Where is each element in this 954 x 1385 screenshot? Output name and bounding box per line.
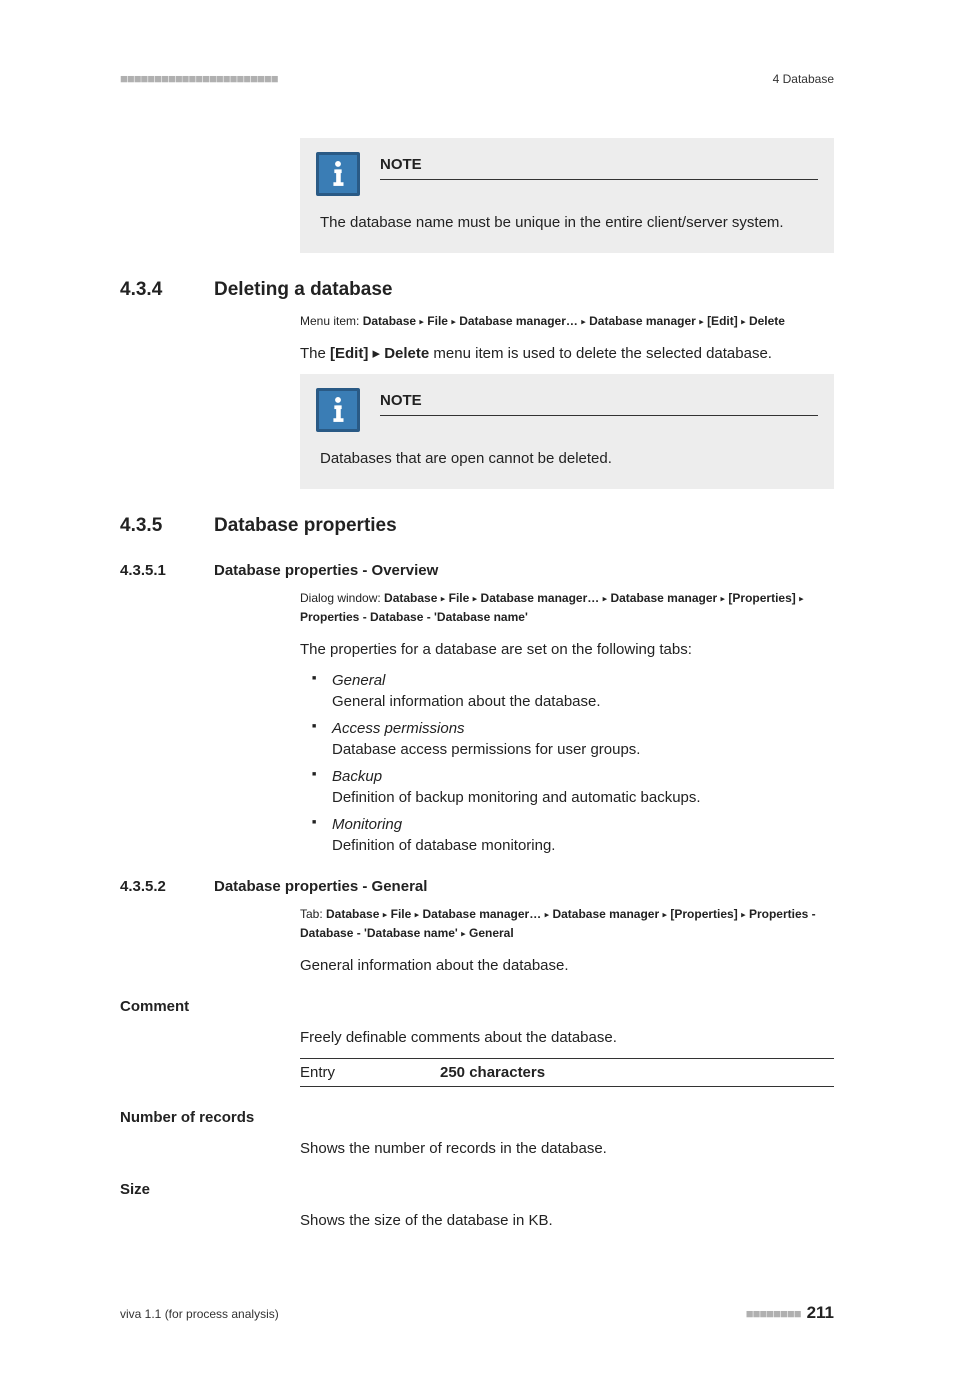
section-title: Deleting a database [214, 277, 392, 304]
entry-label: Entry [300, 1062, 440, 1083]
note-text: Databases that are open cannot be delete… [316, 448, 818, 469]
entry-row: Entry 250 characters [300, 1058, 834, 1087]
breadcrumb-4352: Tab: Database ▸ File ▸ Database manager…… [300, 905, 834, 943]
subsection-title: Database properties - General [214, 876, 427, 897]
section-title: Database properties [214, 513, 397, 540]
info-icon [316, 388, 360, 432]
note-box-2: NOTE Databases that are open cannot be d… [300, 374, 834, 489]
intro-4351: The properties for a database are set on… [300, 639, 834, 660]
section-4-3-4: 4.3.4 Deleting a database [120, 277, 834, 304]
section-4-3-5: 4.3.5 Database properties [120, 513, 834, 540]
size-desc: Shows the size of the database in KB. [300, 1210, 834, 1231]
footer-dashes: ■■■■■■■■ [746, 1305, 801, 1323]
section-number: 4.3.5 [120, 513, 214, 540]
comment-desc: Freely definable comments about the data… [300, 1027, 834, 1048]
body-text-434: The [Edit] ▸ Delete menu item is used to… [300, 343, 834, 364]
field-label-size: Size [120, 1179, 834, 1200]
numrec-desc: Shows the number of records in the datab… [300, 1138, 834, 1159]
section-number: 4.3.4 [120, 277, 214, 304]
subsection-4-3-5-1: 4.3.5.1 Database properties - Overview [120, 560, 834, 581]
intro-4352: General information about the database. [300, 955, 834, 976]
note-box-1: NOTE The database name must be unique in… [300, 138, 834, 253]
header-section-label: 4 Database [773, 71, 834, 88]
tabs-list: GeneralGeneral information about the dat… [300, 670, 834, 856]
page-number: 211 [807, 1301, 834, 1325]
page-footer: viva 1.1 (for process analysis) ■■■■■■■■… [120, 1301, 834, 1325]
breadcrumb-434: Menu item: Database ▸ File ▸ Database ma… [300, 312, 834, 331]
note-heading: NOTE [380, 154, 818, 180]
field-label-comment: Comment [120, 996, 834, 1017]
info-icon [316, 152, 360, 196]
page-header: ■■■■■■■■■■■■■■■■■■■■■■■ 4 Database [120, 70, 834, 88]
list-item: GeneralGeneral information about the dat… [318, 670, 834, 712]
entry-value: 250 characters [440, 1062, 545, 1083]
list-item: MonitoringDefinition of database monitor… [318, 814, 834, 856]
breadcrumb-4351: Dialog window: Database ▸ File ▸ Databas… [300, 589, 834, 627]
subsection-title: Database properties - Overview [214, 560, 438, 581]
subsection-4-3-5-2: 4.3.5.2 Database properties - General [120, 876, 834, 897]
list-item: BackupDefinition of backup monitoring an… [318, 766, 834, 808]
note-heading: NOTE [380, 390, 818, 416]
subsection-number: 4.3.5.2 [120, 876, 214, 897]
header-dashes-left: ■■■■■■■■■■■■■■■■■■■■■■■ [120, 70, 278, 88]
subsection-number: 4.3.5.1 [120, 560, 214, 581]
note-text: The database name must be unique in the … [316, 212, 818, 233]
field-label-numrec: Number of records [120, 1107, 834, 1128]
list-item: Access permissionsDatabase access permis… [318, 718, 834, 760]
footer-left: viva 1.1 (for process analysis) [120, 1306, 279, 1323]
